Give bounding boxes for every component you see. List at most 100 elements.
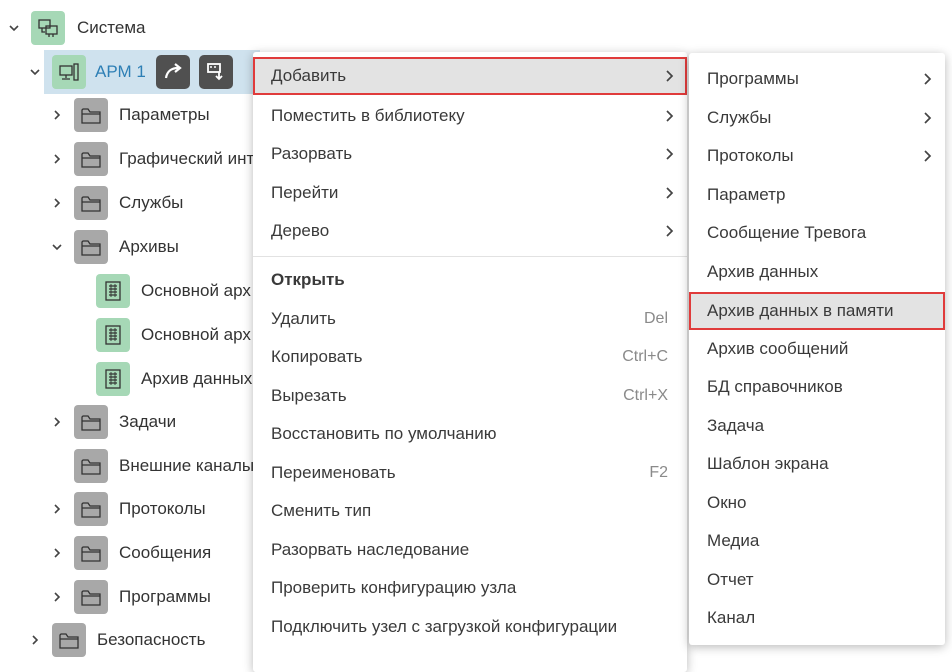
tree-item[interactable]: Графический инт <box>0 137 260 181</box>
menu-item-label: Медиа <box>707 531 760 550</box>
chevron-right-icon[interactable] <box>49 501 65 517</box>
tree-item[interactable]: Архив данных <box>0 357 260 401</box>
add-submenu: Программы Службы Протоколы Параметр Сооб… <box>689 53 945 645</box>
tree-item-arm[interactable]: АРМ 1 <box>0 50 260 94</box>
chevron-right-icon <box>920 111 934 125</box>
menu-item-label: Поместить в библиотеку <box>271 106 465 125</box>
archive-icon <box>96 362 130 396</box>
menu-item-place-in-library[interactable]: Поместить в библиотеку <box>253 97 687 135</box>
chevron-right-icon[interactable] <box>49 545 65 561</box>
menu-item-label: Добавить <box>271 66 347 85</box>
submenu-item-window[interactable]: Окно <box>689 484 945 522</box>
submenu-item-media[interactable]: Медиа <box>689 522 945 560</box>
tree-item-label: Программы <box>119 587 211 606</box>
redirect-arrow-icon[interactable] <box>155 55 190 89</box>
menu-item-label: Задача <box>707 416 765 435</box>
menu-item-change-type[interactable]: Сменить тип <box>253 492 687 530</box>
menu-item-cut[interactable]: Вырезать Ctrl+X <box>253 377 687 415</box>
menu-item-open[interactable]: Открыть <box>253 261 687 299</box>
submenu-item-parameter[interactable]: Параметр <box>689 176 945 214</box>
submenu-item-data-archive[interactable]: Архив данных <box>689 253 945 291</box>
menu-item-check-config[interactable]: Проверить конфигурацию узла <box>253 569 687 607</box>
tree-item[interactable]: Службы <box>0 181 260 225</box>
tree-item-label: Система <box>77 18 146 37</box>
tree-item[interactable]: Протоколы <box>0 487 260 531</box>
menu-separator <box>253 256 687 257</box>
chevron-down-icon[interactable] <box>27 64 43 80</box>
menu-item-label: Шаблон экрана <box>707 454 829 473</box>
submenu-item-report[interactable]: Отчет <box>689 561 945 599</box>
chevron-right-icon[interactable] <box>49 589 65 605</box>
menu-item-break-inheritance[interactable]: Разорвать наследование <box>253 531 687 569</box>
chevron-down-icon[interactable] <box>6 20 22 36</box>
menu-item-delete[interactable]: Удалить Del <box>253 300 687 338</box>
submenu-item-task[interactable]: Задача <box>689 407 945 445</box>
tree-item-label: Графический инт <box>119 149 255 168</box>
menu-item-label: Копировать <box>271 347 363 366</box>
folder-icon <box>74 492 108 526</box>
menu-item-label: Параметр <box>707 185 786 204</box>
menu-item-label: Подключить узел с загрузкой конфигурации <box>271 617 618 636</box>
menu-item-copy[interactable]: Копировать Ctrl+C <box>253 338 687 376</box>
chevron-right-icon[interactable] <box>49 107 65 123</box>
tree-item-label: Параметры <box>119 105 210 124</box>
submenu-item-channel[interactable]: Канал <box>689 599 945 637</box>
chevron-right-icon <box>920 149 934 163</box>
chevron-right-icon <box>662 224 676 238</box>
tree-item[interactable]: Основной арх <box>0 313 260 357</box>
menu-item-connect-node[interactable]: Подключить узел с загрузкой конфигурации <box>253 608 687 646</box>
folder-icon <box>74 405 108 439</box>
menu-item-label: Разорвать <box>271 144 353 163</box>
tree-item[interactable]: Программы <box>0 575 260 619</box>
menu-item-add[interactable]: Добавить <box>253 57 687 95</box>
folder-icon <box>74 230 108 264</box>
drop-down-panel-icon[interactable] <box>198 55 233 89</box>
submenu-item-services[interactable]: Службы <box>689 99 945 137</box>
submenu-item-reference-db[interactable]: БД справочников <box>689 368 945 406</box>
menu-item-label: Программы <box>707 69 799 88</box>
submenu-item-protocols[interactable]: Протоколы <box>689 137 945 175</box>
menu-item-label: БД справочников <box>707 377 843 396</box>
folder-icon <box>74 580 108 614</box>
chevron-right-icon[interactable] <box>27 632 43 648</box>
menu-item-label: Сообщение Тревога <box>707 223 867 242</box>
chevron-right-icon[interactable] <box>49 414 65 430</box>
tree-item-label: Основной арх <box>141 325 251 344</box>
submenu-item-screen-template[interactable]: Шаблон экрана <box>689 445 945 483</box>
menu-item-break[interactable]: Разорвать <box>253 135 687 173</box>
menu-item-label: Проверить конфигурацию узла <box>271 578 517 597</box>
tree-item-label: Безопасность <box>97 630 206 649</box>
menu-item-rename[interactable]: Переименовать F2 <box>253 454 687 492</box>
menu-item-label: Дерево <box>271 221 330 240</box>
chevron-right-icon[interactable] <box>49 151 65 167</box>
folder-icon <box>74 536 108 570</box>
tree-item[interactable]: Параметры <box>0 93 260 137</box>
computer-network-icon <box>31 11 65 45</box>
tree-item[interactable]: Сообщения <box>0 531 260 575</box>
menu-item-shortcut: Ctrl+X <box>623 387 668 404</box>
tree-item-label: Внешние каналы <box>119 456 255 475</box>
menu-item-go-to[interactable]: Перейти <box>253 174 687 212</box>
chevron-right-icon <box>662 186 676 200</box>
menu-item-label: Перейти <box>271 183 339 202</box>
submenu-item-message-archive[interactable]: Архив сообщений <box>689 330 945 368</box>
menu-item-shortcut: Del <box>643 310 668 327</box>
menu-item-label: Архив данных <box>707 262 819 281</box>
tree-item[interactable]: Основной арх <box>0 269 260 313</box>
submenu-item-memory-data-archive[interactable]: Архив данных в памяти <box>689 292 945 330</box>
menu-item-label: Службы <box>707 108 772 127</box>
tree-item-security[interactable]: Безопасность <box>0 618 260 662</box>
menu-item-label: Отчет <box>707 570 754 589</box>
submenu-item-programs[interactable]: Программы <box>689 60 945 98</box>
tree-item[interactable]: Архивы <box>0 225 260 269</box>
menu-item-tree[interactable]: Дерево <box>253 212 687 250</box>
chevron-down-icon[interactable] <box>49 239 65 255</box>
folder-icon <box>52 623 86 657</box>
chevron-right-icon[interactable] <box>49 195 65 211</box>
menu-item-restore-default[interactable]: Восстановить по умолчанию <box>253 415 687 453</box>
tree-item[interactable]: Задачи <box>0 400 260 444</box>
tree-item-system[interactable]: Система <box>0 6 260 50</box>
submenu-item-alarm-message[interactable]: Сообщение Тревога <box>689 214 945 252</box>
tree-item[interactable]: Внешние каналы <box>0 444 260 488</box>
chevron-right-icon <box>920 72 934 86</box>
